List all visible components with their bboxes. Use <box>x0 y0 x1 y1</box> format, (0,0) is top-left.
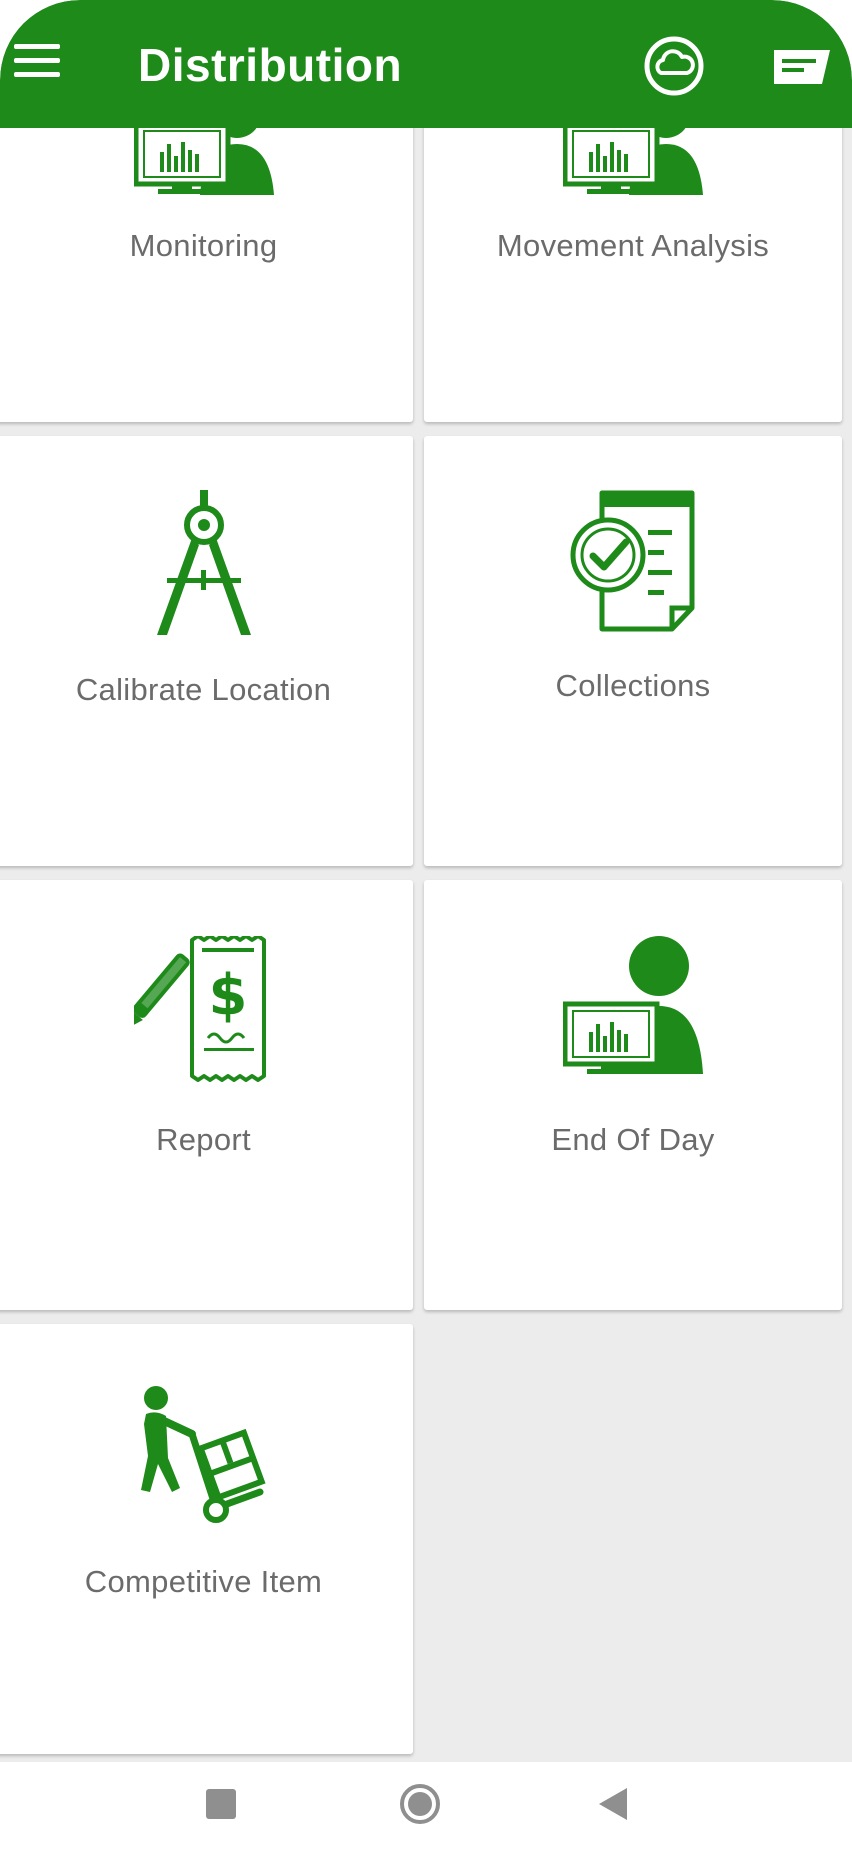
compass-drafting-icon <box>156 490 251 635</box>
monitor-user-icon <box>563 936 703 1074</box>
hamburger-menu-icon[interactable] <box>14 44 60 80</box>
tile-label: Competitive Item <box>84 1564 323 1599</box>
hand-truck-icon <box>140 1386 266 1523</box>
tile-calibrate-location[interactable]: Calibrate Location <box>0 436 413 866</box>
tile-report[interactable]: $ Report <box>0 880 413 1310</box>
app-bar: Distribution <box>0 0 852 128</box>
tile-competitive-item[interactable]: Competitive Item <box>0 1324 413 1754</box>
checklist-document-icon <box>570 490 695 632</box>
tile-label: End Of Day <box>551 1122 715 1157</box>
tile-label: Collections <box>555 668 711 703</box>
tile-label: Monitoring <box>129 228 278 263</box>
cloud-sync-icon[interactable] <box>642 34 706 98</box>
tile-collections[interactable]: Collections <box>424 436 842 866</box>
tile-label: Calibrate Location <box>75 672 332 707</box>
receipt-pen-icon: $ <box>133 936 266 1082</box>
home-circle-icon[interactable] <box>399 1783 441 1825</box>
tile-label: Movement Analysis <box>496 228 770 263</box>
app-screen: Distribution Monitoring Movement Analysi… <box>0 0 852 1853</box>
back-triangle-icon[interactable] <box>597 1786 629 1822</box>
page-title: Distribution <box>138 39 403 91</box>
system-nav-bar <box>0 1762 852 1853</box>
message-icon[interactable] <box>770 44 834 88</box>
tile-label: Report <box>156 1122 251 1157</box>
tile-end-of-day[interactable]: End Of Day <box>424 880 842 1310</box>
recents-square-icon[interactable] <box>206 1789 236 1819</box>
svg-text:$: $ <box>208 963 247 1028</box>
